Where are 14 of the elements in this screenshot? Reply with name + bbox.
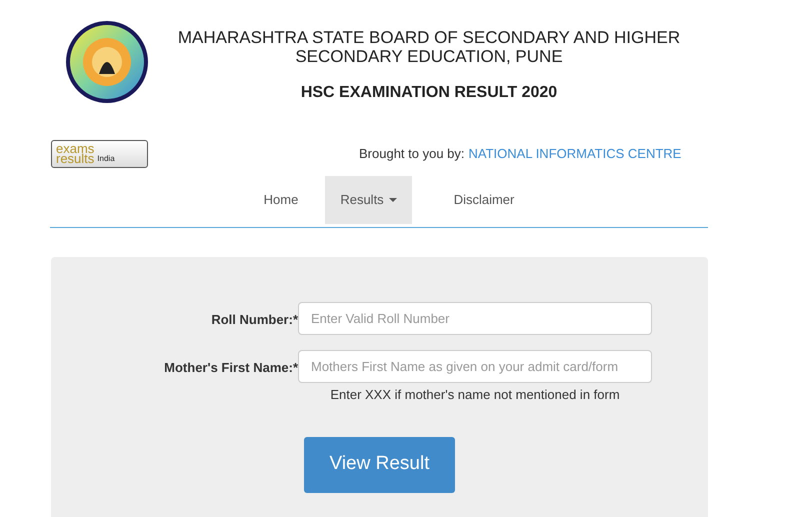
view-result-button[interactable]: View Result bbox=[304, 436, 455, 492]
help-text: Enter XXX if mother's name not mentioned in form bbox=[329, 386, 621, 404]
field-label: Roll Number:* bbox=[210, 311, 298, 329]
result-heading: HSC EXAMINATION RESULT 2020 bbox=[300, 83, 558, 103]
nav-tab[interactable]: Results bbox=[325, 176, 412, 224]
nav-tab[interactable]: Disclaimer bbox=[438, 176, 530, 224]
nic-link[interactable]: NATIONAL INFORMATICS CENTRE bbox=[468, 144, 682, 164]
credit-label: Brought to you by: bbox=[359, 145, 465, 164]
text-input[interactable]: Mothers First Name as given on your admit card/form bbox=[298, 350, 652, 383]
exams-results-logo: exams results India bbox=[51, 140, 148, 168]
field-label: Mother's First Name:* bbox=[163, 359, 298, 377]
board-title: MAHARASHTRA STATE BOARD OF SECONDARY AND HIGHER SECONDARY EDUCATION, PUNE bbox=[176, 28, 682, 66]
text-input[interactable]: Enter Valid Roll Number bbox=[298, 302, 652, 335]
nav-tab[interactable]: Home bbox=[248, 176, 314, 224]
